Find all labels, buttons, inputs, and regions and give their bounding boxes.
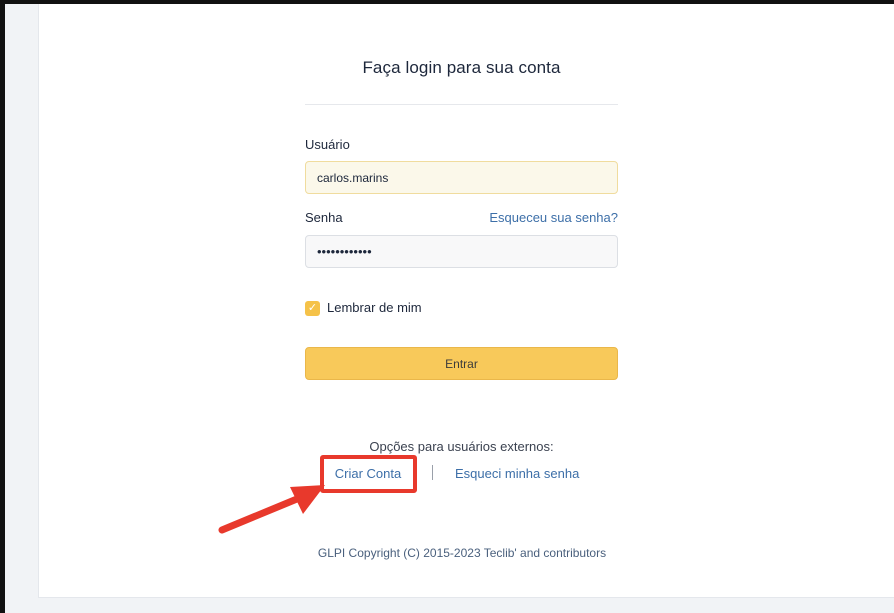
page-title: Faça login para sua conta	[362, 58, 561, 77]
forgot-password-link[interactable]: Esqueceu sua senha?	[440, 210, 618, 225]
username-field[interactable]: carlos.marins	[305, 161, 618, 194]
title-divider	[305, 104, 618, 105]
external-options-title: Opções para usuários externos:	[369, 439, 554, 454]
remember-checkbox[interactable]: ✓	[305, 301, 320, 316]
username-label: Usuário	[305, 137, 350, 152]
annotation-highlight-box	[320, 455, 417, 493]
reset-password-link[interactable]: Esqueci minha senha	[455, 466, 579, 481]
password-value: ••••••••••••	[317, 244, 372, 259]
username-value: carlos.marins	[317, 170, 389, 185]
check-icon: ✓	[307, 302, 318, 314]
arrow-icon	[218, 485, 325, 534]
login-button[interactable]: Entrar	[305, 347, 618, 380]
password-field[interactable]: ••••••••••••	[305, 235, 618, 268]
copyright-footer: GLPI Copyright (C) 2015-2023 Teclib' and…	[317, 546, 607, 560]
remember-label: Lembrar de mim	[327, 300, 422, 315]
password-label: Senha	[305, 210, 343, 225]
link-separator	[432, 465, 433, 480]
login-card	[38, 4, 894, 598]
